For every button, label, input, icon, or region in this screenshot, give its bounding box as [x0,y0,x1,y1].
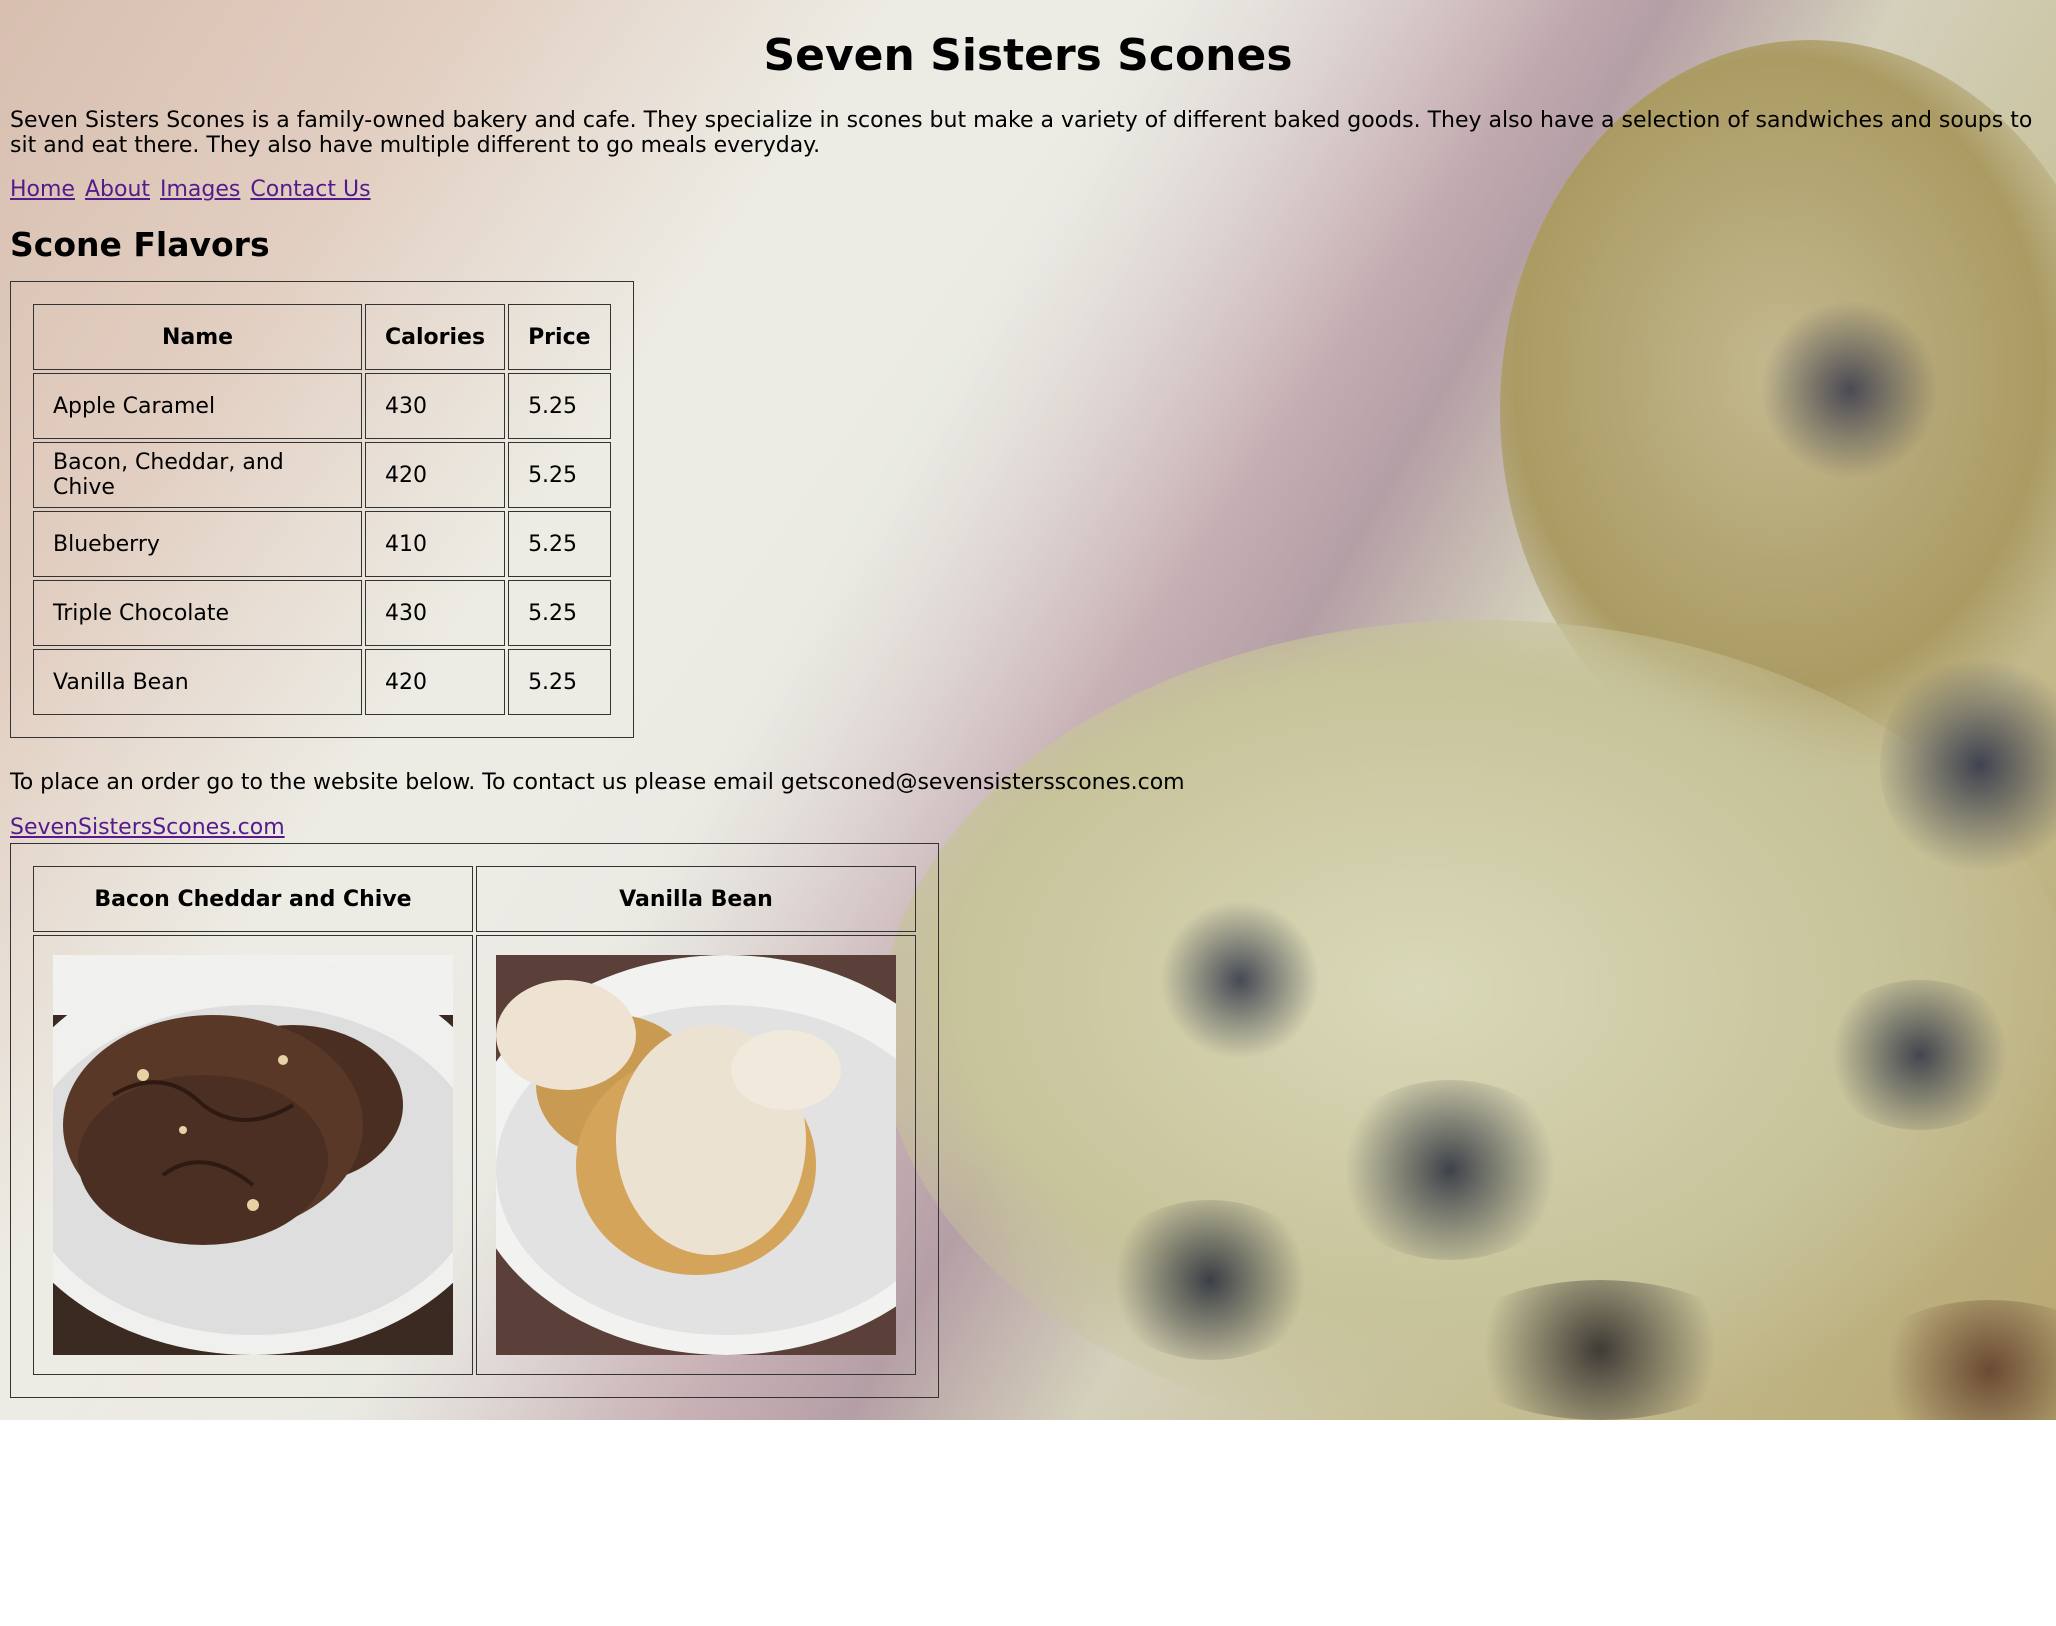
cell-calories: 430 [365,580,506,646]
cell-name: Blueberry [33,511,362,577]
column-header-calories: Calories [365,304,506,370]
column-header-price: Price [508,304,611,370]
page-title: Seven Sisters Scones [763,30,1293,81]
cell-calories: 430 [365,373,506,439]
cell-price: 5.25 [508,511,611,577]
nav-link-about[interactable]: About [85,177,150,202]
cell-calories: 420 [365,649,506,715]
gallery-image-row [33,935,916,1375]
flavors-table: Name Calories Price Apple Caramel 430 5.… [10,281,634,738]
photo-vanilla-bean-scone [496,955,896,1355]
gallery-header-row: Bacon Cheddar and Chive Vanilla Bean [33,866,916,932]
website-link[interactable]: SevenSistersScones.com [10,815,285,840]
cell-price: 5.25 [508,373,611,439]
cell-name: Vanilla Bean [33,649,362,715]
gallery-header-vanilla-bean: Vanilla Bean [476,866,916,932]
column-header-name: Name [33,304,362,370]
cell-name: Triple Chocolate [33,580,362,646]
nav-link-images[interactable]: Images [160,177,240,202]
cell-price: 5.25 [508,442,611,508]
gallery-cell [476,935,916,1375]
nav-link-contact[interactable]: Contact Us [250,177,370,202]
cell-calories: 420 [365,442,506,508]
gallery-cell [33,935,473,1375]
cell-price: 5.25 [508,580,611,646]
nav-bar: Home About Images Contact Us [10,177,2046,203]
table-row: Blueberry 410 5.25 [33,511,611,577]
table-row: Vanilla Bean 420 5.25 [33,649,611,715]
table-row: Apple Caramel 430 5.25 [33,373,611,439]
table-row: Bacon, Cheddar, and Chive 420 5.25 [33,442,611,508]
gallery-header-bacon-cheddar-chive: Bacon Cheddar and Chive [33,866,473,932]
website-link-container: SevenSistersScones.com [10,815,2046,841]
table-header-row: Name Calories Price [33,304,611,370]
image-gallery-table: Bacon Cheddar and Chive Vanilla Bean [10,843,939,1398]
order-instructions: To place an order go to the website belo… [10,770,1185,795]
cell-name: Apple Caramel [33,373,362,439]
cell-name: Bacon, Cheddar, and Chive [33,442,362,508]
page-content: Seven Sisters Scones Seven Sisters Scone… [0,0,2056,1398]
table-row: Triple Chocolate 430 5.25 [33,580,611,646]
nav-link-home[interactable]: Home [10,177,75,202]
cell-price: 5.25 [508,649,611,715]
intro-paragraph: Seven Sisters Scones is a family-owned b… [10,108,2033,158]
photo-bacon-cheddar-chive-scone [53,955,453,1355]
section-heading-flavors: Scone Flavors [10,225,270,264]
cell-calories: 410 [365,511,506,577]
